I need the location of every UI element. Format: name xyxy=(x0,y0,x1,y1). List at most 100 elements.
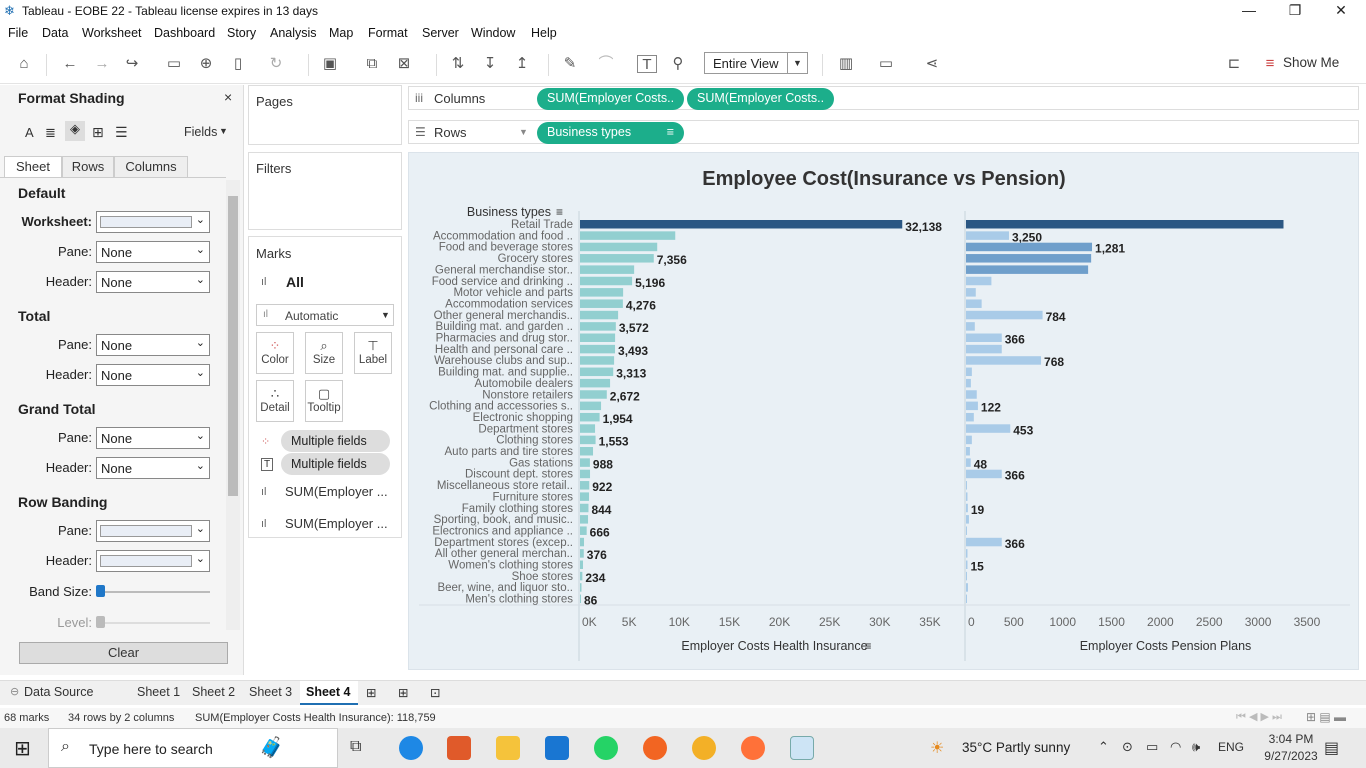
paint-icon[interactable]: ⊏ xyxy=(1224,55,1244,73)
slider-handle[interactable] xyxy=(96,616,105,628)
total-pane-dropdown[interactable]: None ⌄ xyxy=(96,334,210,356)
network-icon[interactable]: ⊙ xyxy=(1122,739,1133,755)
app-icon[interactable] xyxy=(643,736,667,760)
lines-icon[interactable]: ☰ xyxy=(115,124,128,141)
show-me-button[interactable]: Show Me xyxy=(1283,55,1339,70)
mail-icon[interactable] xyxy=(545,736,569,760)
marks-field-health[interactable]: SUM(Employer ... xyxy=(285,484,388,499)
fit-dropdown[interactable]: Entire View ▼ xyxy=(704,52,808,74)
menu-analysis[interactable]: Analysis xyxy=(270,26,317,40)
clear-sheet-icon[interactable]: ⊠ xyxy=(394,55,414,73)
filters-shelf[interactable]: Filters xyxy=(248,152,402,230)
size-button[interactable]: ⌕ Size xyxy=(305,332,343,374)
menu-window[interactable]: Window xyxy=(471,26,515,40)
minimize-icon[interactable]: — xyxy=(1234,2,1264,18)
band-size-slider[interactable] xyxy=(100,591,210,593)
group-icon[interactable]: ⌒ xyxy=(596,55,616,73)
battery-icon[interactable]: ▭ xyxy=(1146,739,1158,755)
banding-header-dropdown[interactable]: ⌄ xyxy=(96,550,210,572)
volume-icon[interactable]: 🕪 xyxy=(1192,739,1200,755)
mark-type-dropdown[interactable]: ıl Automatic ▼ xyxy=(256,304,394,326)
vpn-icon[interactable] xyxy=(692,736,716,760)
marks-field-pension[interactable]: SUM(Employer ... xyxy=(285,516,388,531)
scrollbar[interactable] xyxy=(226,180,240,630)
total-header-dropdown[interactable]: None ⌄ xyxy=(96,364,210,386)
refresh-icon[interactable]: ↻ xyxy=(266,55,286,73)
clock-date[interactable]: 9/27/2023 xyxy=(1258,749,1324,763)
menu-format[interactable]: Format xyxy=(368,26,408,40)
pause-updates-icon[interactable]: ▯ xyxy=(228,55,248,73)
shading-icon[interactable]: ◈ xyxy=(65,121,85,141)
columns-pill-pension[interactable]: SUM(Employer Costs.. xyxy=(687,88,834,110)
menu-data[interactable]: Data xyxy=(42,26,68,40)
sort-descending-icon[interactable]: ↥ xyxy=(512,55,532,73)
notifications-icon[interactable]: ▤ xyxy=(1324,738,1339,758)
redo-icon[interactable]: → xyxy=(92,55,112,73)
rows-pill-business-types[interactable]: Business types ≡ xyxy=(537,122,684,144)
menu-story[interactable]: Story xyxy=(227,26,256,40)
presentation-icon[interactable]: ▭ xyxy=(876,55,896,73)
task-view-icon[interactable]: ⧉ xyxy=(350,738,361,756)
home-icon[interactable]: ⌂ xyxy=(14,55,34,73)
highlight-icon[interactable]: ✎ xyxy=(560,55,580,73)
clock-time[interactable]: 3:04 PM xyxy=(1260,732,1322,746)
tab-rows[interactable]: Rows xyxy=(62,156,114,178)
sort-icon[interactable]: ≡ xyxy=(556,205,563,219)
wifi-icon[interactable]: ◠ xyxy=(1170,739,1181,755)
alignment-icon[interactable]: ≣ xyxy=(45,125,56,141)
menu-file[interactable]: File xyxy=(8,26,28,40)
label-button[interactable]: ⊤ Label xyxy=(354,332,392,374)
font-icon[interactable]: A xyxy=(25,125,34,140)
tab-columns[interactable]: Columns xyxy=(114,156,188,178)
fields-dropdown[interactable]: Fields xyxy=(184,125,217,139)
tab-sheet[interactable]: Sheet xyxy=(4,156,62,178)
save-icon[interactable]: ▭ xyxy=(164,55,184,73)
menu-worksheet[interactable]: Worksheet xyxy=(82,26,142,40)
menu-help[interactable]: Help xyxy=(531,26,557,40)
file-explorer-icon[interactable] xyxy=(496,736,520,760)
store-icon[interactable] xyxy=(447,736,471,760)
grand-total-header-dropdown[interactable]: None ⌄ xyxy=(96,457,210,479)
tableau-taskbar-icon[interactable] xyxy=(790,736,814,760)
restore-icon[interactable]: ❐ xyxy=(1280,2,1310,19)
close-icon[interactable]: ✕ xyxy=(1326,2,1356,19)
columns-shelf[interactable]: iii Columns SUM(Employer Costs.. SUM(Emp… xyxy=(408,86,1359,110)
banding-pane-dropdown[interactable]: ⌄ xyxy=(96,520,210,542)
grand-total-pane-dropdown[interactable]: None ⌄ xyxy=(96,427,210,449)
tab-sheet-2[interactable]: Sheet 2 xyxy=(192,685,235,699)
clear-button[interactable]: Clear xyxy=(19,642,228,664)
windows-start-icon[interactable]: ⊞ xyxy=(14,736,31,761)
color-button[interactable]: ⁘ Color xyxy=(256,332,294,374)
detail-button[interactable]: ∴ Detail xyxy=(256,380,294,422)
menu-dashboard[interactable]: Dashboard xyxy=(154,26,215,40)
new-worksheet-icon[interactable]: ▣ xyxy=(320,55,340,73)
show-me-icon[interactable]: ≡ xyxy=(1260,55,1280,73)
worksheet-color-dropdown[interactable]: ⌄ xyxy=(96,211,210,233)
sort-ascending-icon[interactable]: ↧ xyxy=(480,55,500,73)
columns-pill-health[interactable]: SUM(Employer Costs.. xyxy=(537,88,684,110)
new-datasource-icon[interactable]: ⊕ xyxy=(196,55,216,73)
menu-map[interactable]: Map xyxy=(329,26,353,40)
borders-icon[interactable]: ⊞ xyxy=(92,124,104,141)
label-field-pill[interactable]: Multiple fields xyxy=(281,453,390,475)
grid-view-icon[interactable]: ⊞ ▤ ▬ xyxy=(1306,710,1346,724)
pages-shelf[interactable]: Pages xyxy=(248,85,402,145)
tooltip-button[interactable]: ▢ Tooltip xyxy=(305,380,343,422)
color-field-pill[interactable]: Multiple fields xyxy=(281,430,390,452)
show-labels-icon[interactable]: T xyxy=(637,55,657,73)
marks-all-label[interactable]: All xyxy=(286,274,304,290)
close-icon[interactable]: × xyxy=(224,89,232,105)
menu-server[interactable]: Server xyxy=(422,26,459,40)
whatsapp-icon[interactable] xyxy=(594,736,618,760)
default-pane-dropdown[interactable]: None ⌄ xyxy=(96,241,210,263)
replay-icon[interactable]: ↪ xyxy=(122,55,142,73)
scrollbar-thumb[interactable] xyxy=(228,196,238,496)
tab-sheet-1[interactable]: Sheet 1 xyxy=(137,685,180,699)
slider-handle[interactable] xyxy=(96,585,105,597)
share-icon[interactable]: ⋖ xyxy=(922,55,942,73)
undo-icon[interactable]: ← xyxy=(60,55,80,73)
search-box[interactable]: ⌕ Type here to search 🧳 xyxy=(48,728,338,768)
duplicate-sheet-icon[interactable]: ⧉ xyxy=(362,55,382,73)
navigation-icon[interactable]: ⏮ ◀ ▶ ⏭ xyxy=(1236,710,1282,724)
tab-sheet-3[interactable]: Sheet 3 xyxy=(249,685,292,699)
